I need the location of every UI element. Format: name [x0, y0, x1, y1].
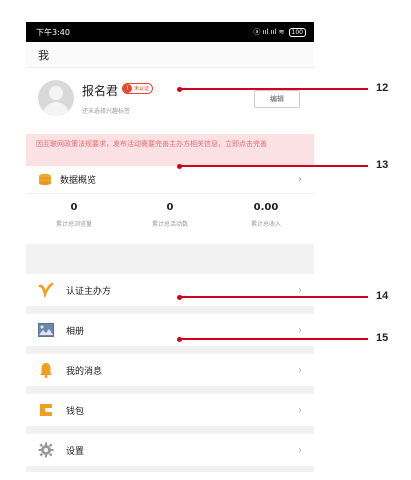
- profile-card[interactable]: 报名君 ! 未认证 还未选择兴趣标签 编辑: [26, 68, 314, 134]
- data-overview: 数据概览 › 0 累计总浏览量 0 累计总活动数 0.00 累计总收入: [26, 166, 314, 244]
- signal-icons: ⓐ ııl ııl ≋: [253, 28, 285, 36]
- gear-icon: [38, 442, 54, 458]
- menu-item-album[interactable]: 相册 ›: [26, 314, 314, 346]
- stat-events: 0 累计总活动数: [122, 202, 218, 244]
- callout-line: [180, 338, 368, 340]
- menu-item-settings[interactable]: 设置 ›: [26, 434, 314, 466]
- verify-badge[interactable]: ! 未认证: [122, 83, 154, 94]
- menu-item-verify-host[interactable]: 认证主办方 ›: [26, 274, 314, 306]
- interest-tag-hint[interactable]: 还未选择兴趣标签: [82, 106, 130, 115]
- stat-views: 0 累计总浏览量: [26, 202, 122, 244]
- callout-13: 13: [376, 159, 389, 171]
- battery-icon: 100: [288, 27, 306, 37]
- bell-icon: [38, 362, 54, 378]
- overview-header[interactable]: 数据概览 ›: [26, 166, 314, 194]
- menu-item-wallet[interactable]: 钱包 ›: [26, 394, 314, 426]
- menu-label: 设置: [66, 446, 85, 457]
- stat-value: 0: [70, 202, 78, 213]
- page-title: 我: [38, 48, 49, 62]
- status-time: 下午3:40: [36, 27, 70, 37]
- status-icons: ⓐ ııl ııl ≋ 100: [253, 27, 306, 37]
- chevron-right-icon: ›: [298, 324, 302, 336]
- stat-label: 累计总收入: [250, 221, 281, 228]
- username: 报名君: [82, 84, 119, 98]
- callout-line: [180, 88, 368, 90]
- menu-label: 认证主办方: [66, 286, 112, 297]
- photo-album-icon: [38, 322, 54, 338]
- overview-title: 数据概览: [60, 176, 97, 186]
- menu-label: 钱包: [66, 406, 85, 417]
- chevron-right-icon: ›: [298, 174, 302, 185]
- avatar[interactable]: [38, 80, 74, 116]
- stat-value: 0.00: [253, 202, 279, 213]
- menu-label: 相册: [66, 326, 85, 337]
- stat-label: 累计总活动数: [151, 221, 188, 228]
- chevron-right-icon: ›: [298, 404, 302, 416]
- exclamation-icon: !: [123, 84, 132, 93]
- badge-label: 未认证: [134, 86, 150, 92]
- wallet-icon: [38, 402, 54, 418]
- chevron-right-icon: ›: [298, 284, 302, 296]
- callout-line: [180, 296, 368, 298]
- stat-income: 0.00 累计总收入: [218, 202, 314, 244]
- stat-value: 0: [166, 202, 174, 213]
- chevron-right-icon: ›: [298, 364, 302, 376]
- status-bar: 下午3:40 ⓐ ııl ııl ≋ 100: [26, 22, 314, 42]
- v-logo-icon: [38, 282, 54, 298]
- callout-14: 14: [376, 290, 389, 302]
- menu-label: 我的消息: [66, 366, 103, 377]
- stats-row: 0 累计总浏览量 0 累计总活动数 0.00 累计总收入: [26, 194, 314, 244]
- callout-15: 15: [376, 332, 389, 344]
- callout-line: [180, 165, 368, 167]
- callout-12: 12: [376, 82, 389, 94]
- page-header: 我: [26, 42, 314, 68]
- notice-banner[interactable]: 因互联网政策法规要求，发布活动需要完善主办方相关信息，立即点击完善: [26, 134, 314, 166]
- stat-label: 累计总浏览量: [55, 221, 92, 228]
- edit-button[interactable]: 编辑: [254, 90, 300, 108]
- coin-stack-icon: [39, 173, 51, 185]
- menu-item-messages[interactable]: 我的消息 ›: [26, 354, 314, 386]
- chevron-right-icon: ›: [298, 444, 302, 456]
